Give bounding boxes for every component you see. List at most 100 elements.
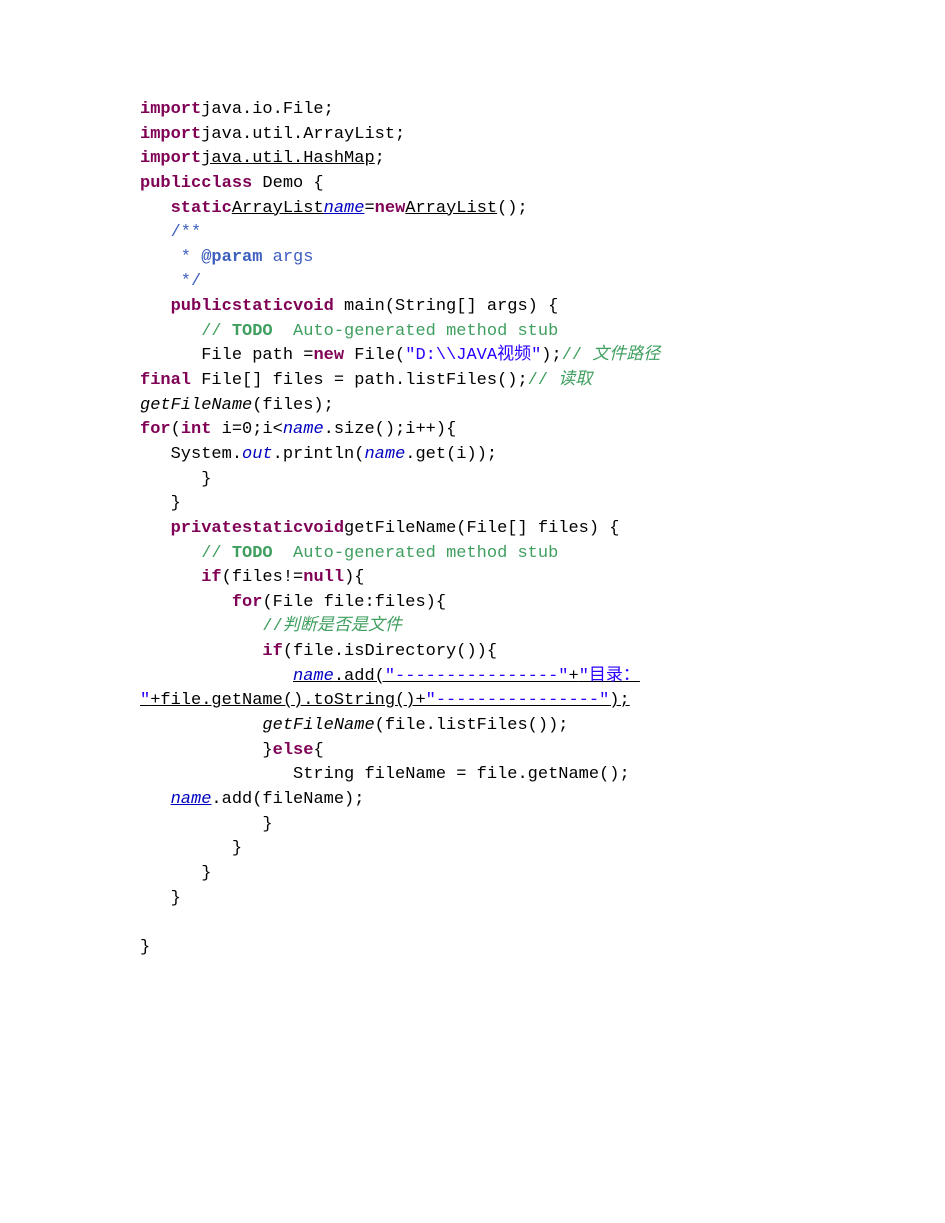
- token: getFileName(File[] files) {: [344, 519, 619, 538]
- keyword-else: else: [273, 741, 314, 760]
- keyword-if: if: [201, 568, 221, 587]
- keyword-new: new: [313, 346, 344, 365]
- comment: //: [562, 346, 582, 365]
- code-line: System.out.println(name.get(i));: [140, 445, 497, 464]
- code-line: publicclass Demo {: [140, 174, 324, 193]
- token: String fileName = file.getName();: [293, 765, 630, 784]
- token: +file.getName().toString()+: [150, 691, 425, 710]
- code-line: // TODO Auto-generated method stub: [140, 544, 558, 563]
- token: .add(: [334, 667, 385, 686]
- token: ();: [497, 199, 528, 218]
- code-line: if(files!=null){: [140, 568, 364, 587]
- brace: }: [232, 839, 242, 858]
- code-line: importjava.util.ArrayList;: [140, 125, 405, 144]
- code-line: }: [140, 815, 273, 834]
- token: java.util.ArrayList;: [201, 125, 405, 144]
- code-page: importjava.io.File; importjava.util.Arra…: [0, 0, 945, 1223]
- token: System.: [171, 445, 242, 464]
- comment: Auto-generated method stub: [273, 544, 559, 563]
- code-line: "+file.getName().toString()+"-----------…: [140, 691, 630, 710]
- method-call: getFileName: [262, 716, 374, 735]
- keyword-null: null: [303, 568, 344, 587]
- token: .size();i++){: [324, 420, 457, 439]
- token: File(: [344, 346, 405, 365]
- comment: //: [201, 544, 232, 563]
- code-line: * @param args: [140, 248, 313, 267]
- code-line: String fileName = file.getName();: [140, 765, 630, 784]
- code-line: }: [140, 864, 211, 883]
- code-line: }: [140, 889, 181, 908]
- code-line: File path =new File("D:\\JAVA视频");// 文件路…: [140, 346, 660, 365]
- code-line: for(int i=0;i<name.size();i++){: [140, 420, 456, 439]
- token: (: [171, 420, 181, 439]
- javadoc: */: [171, 272, 202, 291]
- field-out: out: [242, 445, 273, 464]
- code-line: }: [140, 494, 181, 513]
- code-line: final File[] files = path.listFiles();//…: [140, 371, 592, 390]
- field-name: name: [324, 199, 365, 218]
- token: (files!=: [222, 568, 304, 587]
- comment: 文件路径: [582, 346, 660, 365]
- javadoc-tag: @param: [201, 248, 262, 267]
- comment: 判断是否是文件: [283, 617, 402, 636]
- code-line: /**: [140, 223, 201, 242]
- keyword-privatestaticvoid: privatestaticvoid: [171, 519, 344, 538]
- code-line: }: [140, 839, 242, 858]
- comment: //: [201, 322, 232, 341]
- token: (file.listFiles());: [375, 716, 569, 735]
- token: ;: [375, 149, 385, 168]
- token: +: [569, 667, 579, 686]
- token: Demo {: [252, 174, 323, 193]
- string: "----------------": [385, 667, 569, 686]
- keyword-import: import: [140, 125, 201, 144]
- token: (File file:files){: [262, 593, 446, 612]
- code-line: privatestaticvoidgetFileName(File[] file…: [140, 519, 620, 538]
- string: "目录：: [579, 667, 640, 686]
- comment: 读取: [548, 371, 592, 390]
- javadoc: /**: [171, 223, 202, 242]
- comment-todo: TODO: [232, 322, 273, 341]
- brace: }: [201, 470, 211, 489]
- token: =: [364, 199, 374, 218]
- keyword-final: final: [140, 371, 191, 390]
- comment-todo: TODO: [232, 544, 273, 563]
- token: File path =: [201, 346, 313, 365]
- code-line: name.add("----------------"+"目录：: [140, 667, 640, 686]
- keyword-publicclass: publicclass: [140, 174, 252, 193]
- keyword-publicstaticvoid: publicstaticvoid: [171, 297, 334, 316]
- code-line: }else{: [140, 741, 324, 760]
- token: (files);: [252, 396, 334, 415]
- token: java.io.File;: [201, 100, 334, 119]
- keyword-import: import: [140, 100, 201, 119]
- code-line: if(file.isDirectory()){: [140, 642, 497, 661]
- keyword-for: for: [232, 593, 263, 612]
- code-line: publicstaticvoid main(String[] args) {: [140, 297, 558, 316]
- brace: {: [313, 741, 323, 760]
- token: i=0;i<: [211, 420, 282, 439]
- code-line: for(File file:files){: [140, 593, 446, 612]
- code-line: getFileName(file.listFiles());: [140, 716, 568, 735]
- brace: }: [262, 741, 272, 760]
- field-name: name: [171, 790, 212, 809]
- comment: //: [262, 617, 282, 636]
- token: (file.isDirectory()){: [283, 642, 497, 661]
- field-name: name: [364, 445, 405, 464]
- token: File[] files = path.listFiles();: [191, 371, 528, 390]
- code-line: staticArrayListname=newArrayList();: [140, 199, 528, 218]
- keyword-static: static: [171, 199, 232, 218]
- keyword-if: if: [262, 642, 282, 661]
- code-line: }: [140, 470, 211, 489]
- keyword-import: import: [140, 149, 201, 168]
- code-line: // TODO Auto-generated method stub: [140, 322, 558, 341]
- field-name: name: [293, 667, 334, 686]
- token: ){: [344, 568, 364, 587]
- type-arraylist: ArrayList: [232, 199, 324, 218]
- code-line: */: [140, 272, 201, 291]
- code-line: name.add(fileName);: [140, 790, 364, 809]
- brace: }: [171, 889, 181, 908]
- javadoc: *: [171, 248, 202, 267]
- keyword-int: int: [181, 420, 212, 439]
- type-arraylist: ArrayList: [405, 199, 497, 218]
- brace: }: [201, 864, 211, 883]
- method-call: getFileName: [140, 396, 252, 415]
